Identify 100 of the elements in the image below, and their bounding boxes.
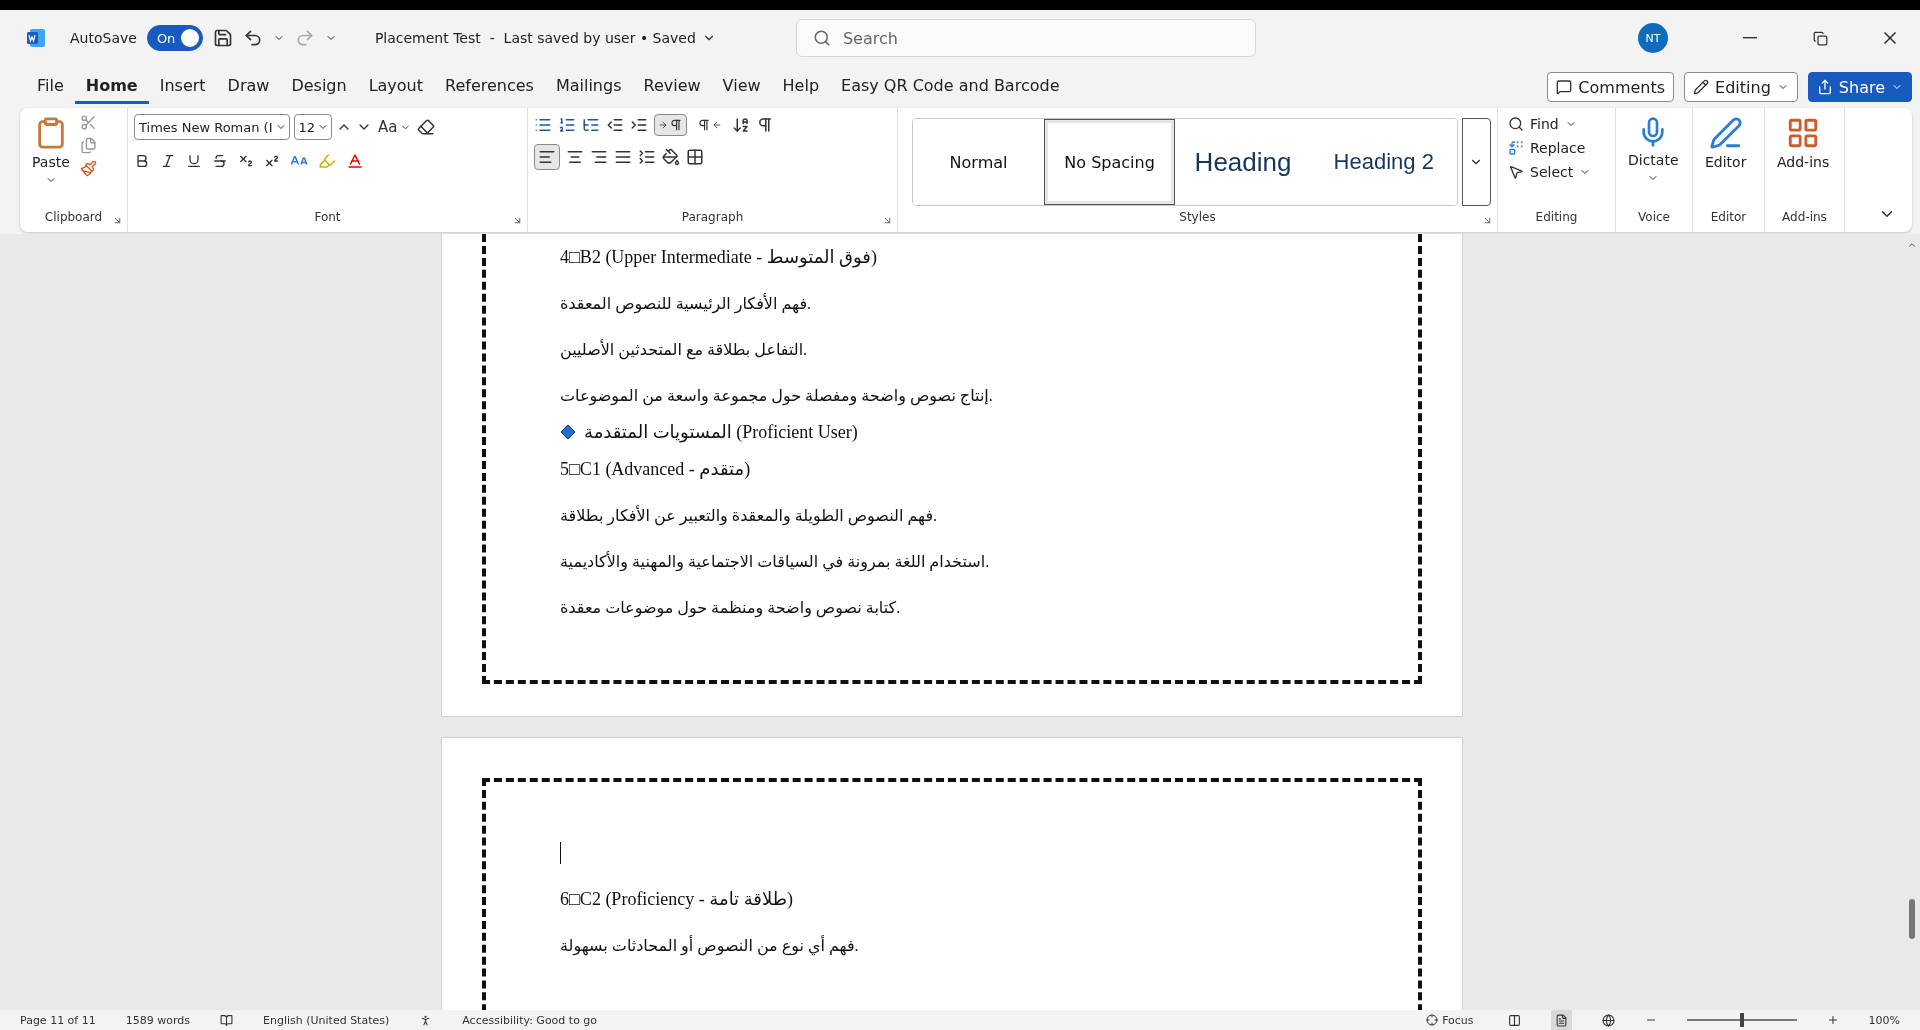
user-avatar[interactable]: NT — [1638, 23, 1668, 53]
align-left-button[interactable] — [534, 144, 560, 170]
ribbon-tab[interactable]: Help — [771, 70, 831, 104]
left-to-right-button[interactable] — [654, 114, 687, 136]
pencil-icon — [1693, 79, 1710, 95]
ribbon-tab[interactable]: Design — [280, 70, 358, 104]
comment-icon — [1556, 79, 1573, 95]
undo-icon — [242, 28, 263, 48]
document-title[interactable]: Placement Test - Last saved by user • Saved — [368, 29, 722, 47]
share-button[interactable]: Share — [1807, 72, 1912, 102]
ribbon-tab[interactable]: Insert — [148, 70, 217, 104]
gallery-more-button[interactable] — [1461, 118, 1491, 206]
save-icon — [212, 28, 233, 48]
group-label: Clipboard — [44, 210, 103, 226]
autosave-toggle[interactable]: On — [146, 25, 203, 51]
dictate-button[interactable]: Dictate — [1622, 114, 1685, 186]
group-label: Editor — [1709, 210, 1748, 226]
restore-icon — [1812, 30, 1828, 46]
word-count: 1589 words — [125, 1013, 190, 1027]
page-count: Page 11 of 11 — [20, 1013, 96, 1027]
increase-indent-icon — [630, 116, 648, 134]
highlighter-icon — [318, 152, 336, 170]
dialog-launcher-icon[interactable] — [1482, 215, 1493, 226]
level-heading: 6□C2 (Proficiency - طلاقة تامة) — [560, 888, 793, 910]
clear-formatting-icon — [416, 118, 435, 136]
line-spacing-icon — [638, 148, 656, 166]
editor-button[interactable]: Editor — [1699, 114, 1753, 172]
focus-icon — [1426, 1014, 1439, 1026]
body-text: إنتاج نصوص واضحة ومفصلة حول مجموعة واسعة من الموضوعات. — [560, 385, 993, 405]
pilcrow-icon — [697, 118, 711, 132]
search-icon — [812, 29, 831, 47]
paste-button[interactable]: Paste — [26, 114, 76, 188]
group-label: Font — [313, 210, 342, 226]
page-icon — [1554, 1013, 1568, 1027]
body-text: فهم الأفكار الرئيسية للنصوص المعقدة. — [560, 293, 812, 313]
font-size-field[interactable]: 12 — [293, 114, 333, 140]
add-ins-button[interactable]: Add-ins — [1771, 114, 1836, 172]
paintbrush-icon — [79, 160, 97, 177]
scroll-up-icon — [1907, 240, 1917, 250]
proofing-icon — [220, 1013, 233, 1027]
body-text: التفاعل بطلاقة مع المتحدثين الأصليين. — [560, 339, 808, 359]
group-label: Add-ins — [1781, 210, 1828, 226]
group-label: Paragraph — [680, 210, 745, 226]
minimize-icon — [1743, 37, 1757, 39]
change-case-button[interactable]: Aa — [376, 116, 413, 138]
ribbon-tab[interactable]: References — [434, 70, 545, 104]
ribbon-tab[interactable]: Review — [632, 70, 712, 104]
language-label: English (United States) — [263, 1013, 390, 1027]
select-button[interactable]: Select — [1504, 162, 1596, 182]
body-text: كتابة نصوص واضحة ومنظمة حول موضوعات معقدة. — [560, 597, 901, 617]
align-left-icon — [538, 148, 556, 166]
ribbon-tab[interactable]: Mailings — [544, 70, 633, 104]
body-text: فهم النصوص الطويلة والمعقدة والتعبير عن الأفكار بطلاقة. — [560, 505, 938, 525]
group-label: Styles — [1178, 210, 1217, 226]
ribbon-tab[interactable]: Draw — [216, 70, 281, 104]
italic-icon — [160, 153, 176, 169]
search-icon — [1508, 116, 1524, 132]
pilcrow-icon — [756, 116, 774, 134]
arrow-right-icon — [658, 120, 668, 130]
web-layout-icon — [1601, 1013, 1615, 1027]
underline-icon — [186, 153, 202, 169]
diamond-bullet-icon — [560, 424, 576, 440]
find-button[interactable]: Find — [1504, 114, 1596, 134]
dialog-launcher-icon[interactable] — [882, 215, 893, 226]
align-right-icon — [590, 148, 608, 166]
style-gallery-item[interactable]: No Spacing — [1044, 119, 1176, 205]
arrow-left-icon — [712, 120, 722, 130]
zoom-thumb[interactable] — [1739, 1013, 1744, 1027]
level-heading: 5□C1 (Advanced - متقدم) — [560, 458, 751, 480]
ribbon-tab[interactable]: Easy QR Code and Barcode — [830, 70, 1071, 104]
pointer-icon — [1508, 164, 1524, 180]
comments-button[interactable]: Comments — [1547, 72, 1675, 102]
body-text: فهم أي نوع من النصوص أو المحادثات بسهولة. — [560, 935, 859, 955]
multilevel-list-icon — [582, 116, 600, 134]
pen-icon — [1708, 116, 1743, 150]
dialog-launcher-icon[interactable] — [112, 215, 123, 226]
zoom-in-icon — [1826, 1014, 1839, 1026]
focus-button[interactable]: Focus — [1422, 1010, 1478, 1030]
font-name-field[interactable]: Times New Roman (I — [134, 114, 290, 140]
word-logo-icon — [26, 28, 46, 48]
editing-mode-button[interactable]: Editing — [1684, 72, 1798, 102]
group-label: Voice — [1637, 210, 1671, 226]
decrease-indent-icon — [606, 116, 624, 134]
subscript-icon — [238, 153, 254, 169]
level-heading: 4□B2 (Upper Intermediate - فوق المتوسط) — [560, 246, 877, 268]
search-field[interactable]: Search — [795, 19, 1256, 57]
ribbon-tab[interactable]: File — [26, 70, 75, 104]
accessibility-status: Accessibility: Good to go — [462, 1013, 598, 1027]
ribbon-tab[interactable]: View — [711, 70, 772, 104]
replace-button[interactable]: Replace — [1504, 138, 1596, 158]
group-label: Editing — [1534, 210, 1579, 226]
shading-icon — [662, 148, 680, 166]
ribbon-tab[interactable]: Layout — [357, 70, 434, 104]
print-layout-button[interactable] — [1550, 1010, 1572, 1030]
justify-icon — [614, 148, 632, 166]
ribbon-tab[interactable]: Home — [74, 70, 149, 104]
bullets-icon — [534, 116, 552, 134]
autosave-label: AutoSave — [70, 30, 137, 46]
sort-icon — [732, 116, 750, 134]
dialog-launcher-icon[interactable] — [512, 215, 523, 226]
